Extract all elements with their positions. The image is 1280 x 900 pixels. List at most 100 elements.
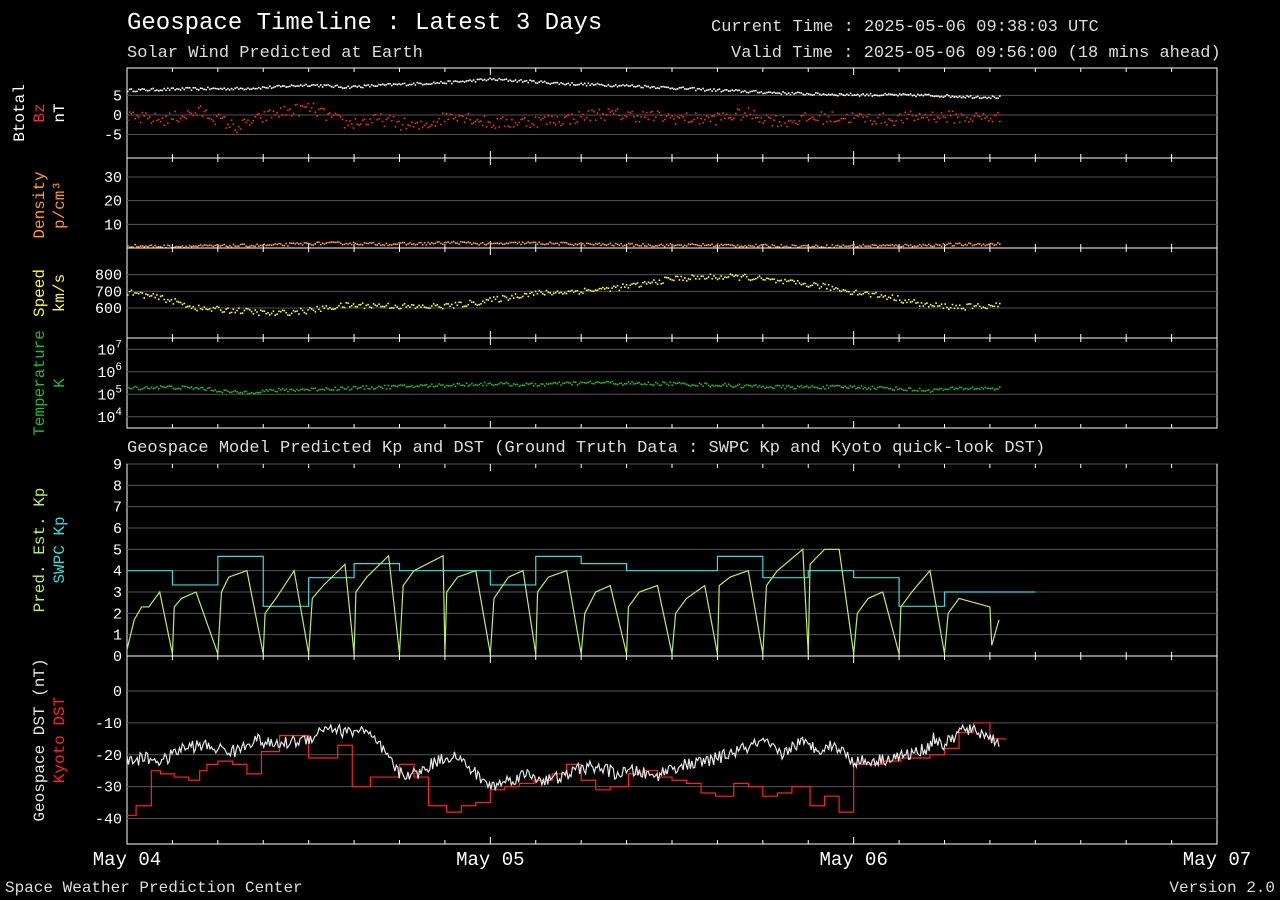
magnetic-field-btotal-point — [363, 84, 366, 86]
density-density-point — [811, 245, 814, 248]
temperature-temperature-point — [127, 386, 129, 389]
density-density-point — [369, 242, 371, 244]
speed-speed-point — [469, 299, 471, 302]
density-density-point — [580, 242, 582, 244]
density-density-point — [583, 244, 586, 247]
magnetic-field-bz-point — [973, 115, 976, 117]
temperature-temperature-point — [312, 387, 315, 390]
magnetic-field-btotal-point — [227, 87, 229, 90]
density-density-point — [835, 244, 837, 247]
density-density-point — [370, 242, 373, 244]
speed-speed-point — [738, 279, 741, 281]
speed-speed-point — [174, 298, 176, 300]
temperature-temperature-point — [926, 389, 928, 392]
magnetic-field-btotal-point — [931, 95, 934, 97]
magnetic-field-bz-point — [911, 114, 914, 117]
density-density-point — [999, 243, 1001, 246]
magnetic-field-btotal-point — [693, 86, 695, 89]
magnetic-field-btotal-point — [290, 84, 293, 86]
temperature-temperature-point — [658, 384, 661, 387]
temperature-temperature-point — [611, 380, 613, 383]
speed-speed-point — [205, 308, 207, 310]
magnetic-field-bz-point — [372, 114, 375, 116]
speed-speed-point — [370, 307, 373, 309]
magnetic-field-btotal-point — [700, 88, 703, 91]
magnetic-field-bz-point — [401, 124, 404, 126]
magnetic-field-btotal-point — [724, 89, 726, 91]
density-density-point — [653, 245, 655, 248]
speed-speed-point — [840, 290, 843, 293]
magnetic-field-bz-point — [977, 114, 979, 117]
density-density-point — [749, 245, 752, 247]
speed-speed-point — [878, 296, 881, 298]
magnetic-field-btotal-point — [334, 84, 337, 87]
speed-speed-point — [134, 292, 136, 294]
speed-speed-point — [196, 309, 198, 312]
temperature-temperature-point — [884, 386, 886, 389]
temperature-temperature-point — [875, 388, 877, 391]
magnetic-field-bz-point — [576, 120, 579, 123]
speed-speed-point — [656, 283, 659, 285]
density-density-point — [849, 245, 852, 247]
magnetic-field-btotal-point — [356, 86, 358, 88]
temperature-temperature-point — [212, 389, 215, 392]
magnetic-field-btotal-point — [627, 85, 630, 87]
temperature-temperature-point — [440, 384, 442, 387]
speed-speed-point — [955, 304, 957, 307]
magnetic-field-btotal-point — [563, 83, 566, 86]
speed-speed-point — [514, 293, 517, 295]
magnetic-field-bz-point — [545, 123, 548, 126]
magnetic-field-bz-point — [341, 118, 344, 121]
magnetic-field-bz-point — [228, 126, 231, 128]
magnetic-field-bz-point — [614, 110, 617, 112]
temperature-temperature-point — [855, 387, 857, 390]
speed-speed-point — [602, 286, 604, 289]
temperature-temperature-point — [895, 386, 897, 388]
speed-speed-point — [562, 293, 564, 295]
magnetic-field-bz-point — [895, 120, 897, 122]
magnetic-field-bz-point — [736, 108, 739, 110]
magnetic-field-frame — [126, 67, 1218, 159]
speed-speed-point — [736, 275, 739, 277]
magnetic-field-bz-point — [420, 120, 422, 123]
speed-speed-point — [145, 293, 147, 295]
speed-speed-point — [278, 310, 280, 313]
magnetic-field-bz-point — [396, 120, 399, 123]
magnetic-field-btotal-point — [358, 85, 360, 87]
magnetic-field-bz-point — [334, 112, 337, 115]
magnetic-field-bz-point — [243, 118, 246, 121]
magnetic-field-bz-point — [715, 123, 717, 126]
magnetic-field-bz-point — [718, 113, 721, 115]
density-density-point — [205, 244, 207, 246]
magnetic-field-btotal-point — [782, 91, 784, 93]
density-density-point — [940, 245, 943, 247]
speed-speed-point — [931, 305, 934, 307]
speed-speed-point — [951, 303, 954, 306]
magnetic-field-bz-point — [394, 126, 397, 128]
speed-speed-point — [227, 307, 229, 309]
speed-speed-point — [831, 285, 834, 288]
magnetic-field-btotal-point — [228, 89, 231, 91]
temperature-temperature-point — [216, 391, 218, 393]
temperature-temperature-point — [676, 382, 679, 385]
speed-speed-point — [793, 280, 795, 283]
speed-speed-point — [341, 306, 344, 308]
magnetic-field-bz-point — [290, 115, 293, 117]
density-density-point — [638, 245, 641, 247]
speed-speed-point — [731, 274, 733, 276]
speed-speed-point — [858, 292, 861, 295]
magnetic-field-bz-point — [786, 125, 788, 128]
magnetic-field-bz-point — [633, 116, 635, 118]
speed-speed-point — [287, 314, 289, 316]
magnetic-field-bz-point — [168, 112, 171, 114]
magnetic-field-btotal-point — [826, 94, 828, 96]
temperature-temperature-point — [534, 383, 537, 385]
temperature-temperature-point — [354, 385, 357, 388]
magnetic-field-bz-point — [409, 124, 411, 127]
speed-ytick-label: 800 — [95, 268, 122, 285]
density-density-point — [724, 243, 726, 246]
speed-speed-point — [338, 304, 340, 307]
speed-speed-point — [554, 291, 557, 294]
temperature-temperature-point — [563, 382, 566, 385]
magnetic-field-bz-point — [953, 122, 956, 124]
